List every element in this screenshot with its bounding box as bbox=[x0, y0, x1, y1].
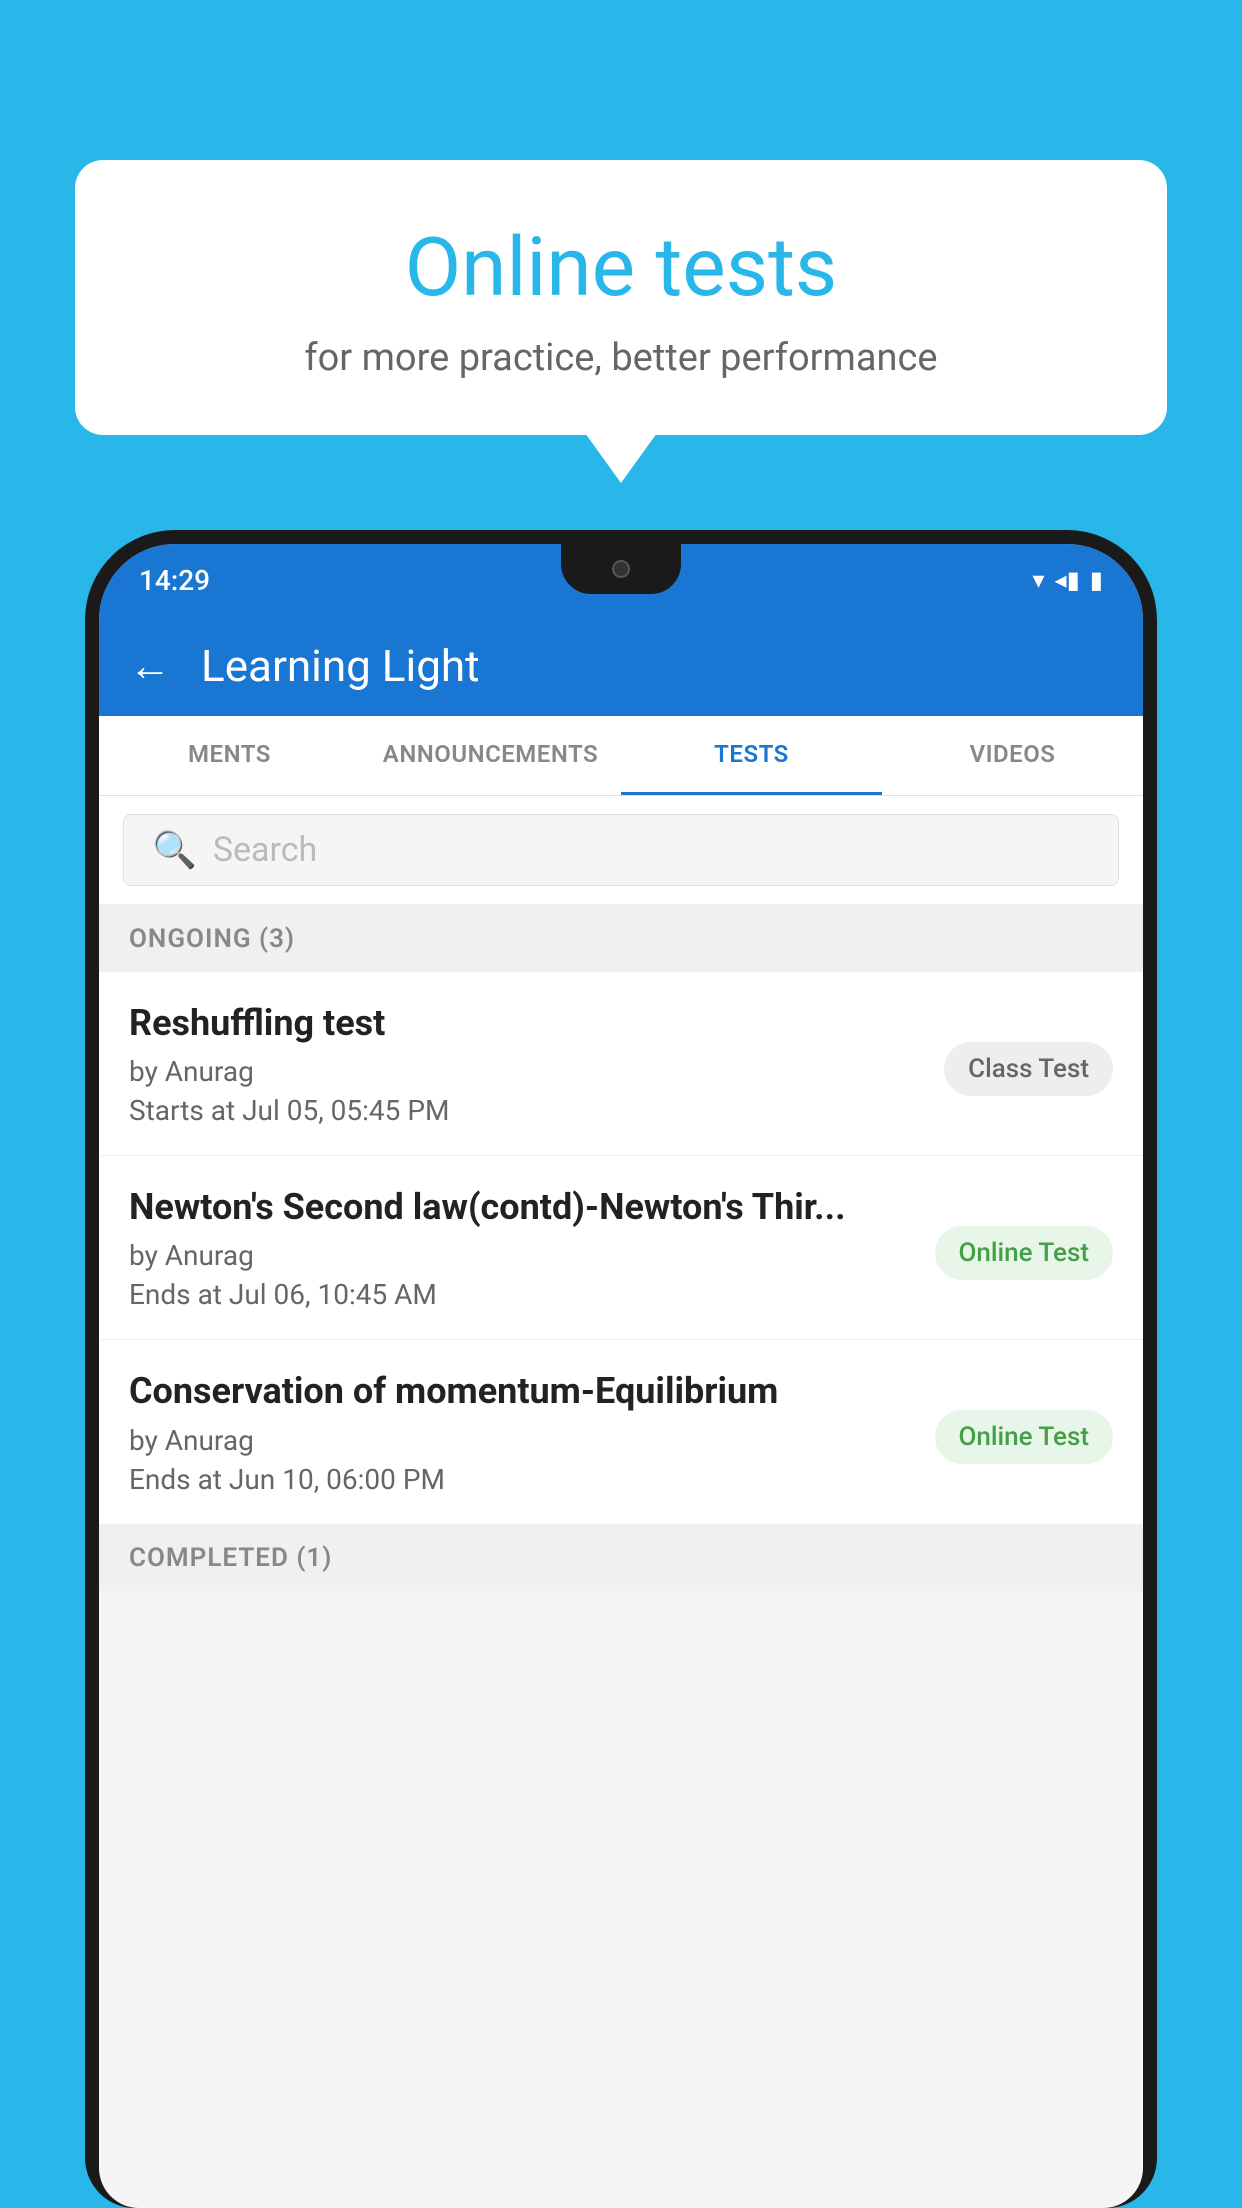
back-button[interactable]: ← bbox=[129, 642, 171, 691]
tab-ments[interactable]: MENTS bbox=[99, 716, 360, 795]
completed-header: COMPLETED (1) bbox=[99, 1525, 1143, 1591]
wifi-icon: ▾ bbox=[1032, 566, 1044, 594]
tab-tests[interactable]: TESTS bbox=[621, 716, 882, 795]
app-bar: ← Learning Light bbox=[99, 616, 1143, 716]
power-button[interactable] bbox=[1149, 750, 1157, 850]
test-badge: Online Test bbox=[935, 1226, 1114, 1280]
status-bar: 14:29 ▾ ◂▮ ▮ bbox=[99, 544, 1143, 616]
content-area: 🔍 Search ONGOING (3) Reshuffling test by… bbox=[99, 796, 1143, 1591]
status-icons: ▾ ◂▮ ▮ bbox=[1032, 566, 1103, 594]
test-info: Newton's Second law(contd)-Newton's Thir… bbox=[129, 1186, 915, 1311]
phone-frame: 14:29 ▾ ◂▮ ▮ ← Learning Light MENTS ANNO… bbox=[85, 530, 1157, 2208]
app-bar-title: Learning Light bbox=[201, 640, 480, 692]
camera bbox=[612, 560, 630, 578]
signal-icon: ◂▮ bbox=[1055, 566, 1080, 594]
tab-bar: MENTS ANNOUNCEMENTS TESTS VIDEOS bbox=[99, 716, 1143, 796]
search-box[interactable]: 🔍 Search bbox=[123, 814, 1119, 886]
search-container: 🔍 Search bbox=[99, 796, 1143, 904]
tab-videos[interactable]: VIDEOS bbox=[882, 716, 1143, 795]
test-badge: Online Test bbox=[935, 1410, 1114, 1464]
battery-icon: ▮ bbox=[1090, 566, 1103, 594]
ongoing-header: ONGOING (3) bbox=[99, 906, 1143, 972]
volume-up-button[interactable] bbox=[85, 710, 93, 780]
notch bbox=[561, 544, 681, 594]
test-by: by Anurag bbox=[129, 1055, 924, 1088]
test-info: Reshuffling test by Anurag Starts at Jul… bbox=[129, 1002, 924, 1127]
test-item[interactable]: Reshuffling test by Anurag Starts at Jul… bbox=[99, 972, 1143, 1156]
test-by: by Anurag bbox=[129, 1424, 915, 1457]
search-input[interactable]: Search bbox=[213, 830, 317, 870]
test-item[interactable]: Newton's Second law(contd)-Newton's Thir… bbox=[99, 1156, 1143, 1340]
test-by: by Anurag bbox=[129, 1239, 915, 1272]
test-date: Ends at Jun 10, 06:00 PM bbox=[129, 1463, 915, 1496]
test-name: Conservation of momentum-Equilibrium bbox=[129, 1370, 915, 1413]
test-list: Reshuffling test by Anurag Starts at Jul… bbox=[99, 972, 1143, 1525]
promo-subtitle: for more practice, better performance bbox=[115, 336, 1127, 380]
test-name: Reshuffling test bbox=[129, 1002, 924, 1045]
test-name: Newton's Second law(contd)-Newton's Thir… bbox=[129, 1186, 915, 1229]
status-time: 14:29 bbox=[139, 564, 210, 597]
volume-down-button[interactable] bbox=[85, 800, 93, 870]
phone-screen: 14:29 ▾ ◂▮ ▮ ← Learning Light MENTS ANNO… bbox=[99, 544, 1143, 2208]
test-info: Conservation of momentum-Equilibrium by … bbox=[129, 1370, 915, 1495]
test-date: Ends at Jul 06, 10:45 AM bbox=[129, 1278, 915, 1311]
test-badge: Class Test bbox=[944, 1042, 1113, 1096]
search-icon: 🔍 bbox=[152, 829, 197, 871]
test-item[interactable]: Conservation of momentum-Equilibrium by … bbox=[99, 1340, 1143, 1524]
promo-title: Online tests bbox=[115, 220, 1127, 316]
promo-card: Online tests for more practice, better p… bbox=[75, 160, 1167, 435]
test-date: Starts at Jul 05, 05:45 PM bbox=[129, 1094, 924, 1127]
tab-announcements[interactable]: ANNOUNCEMENTS bbox=[360, 716, 621, 795]
